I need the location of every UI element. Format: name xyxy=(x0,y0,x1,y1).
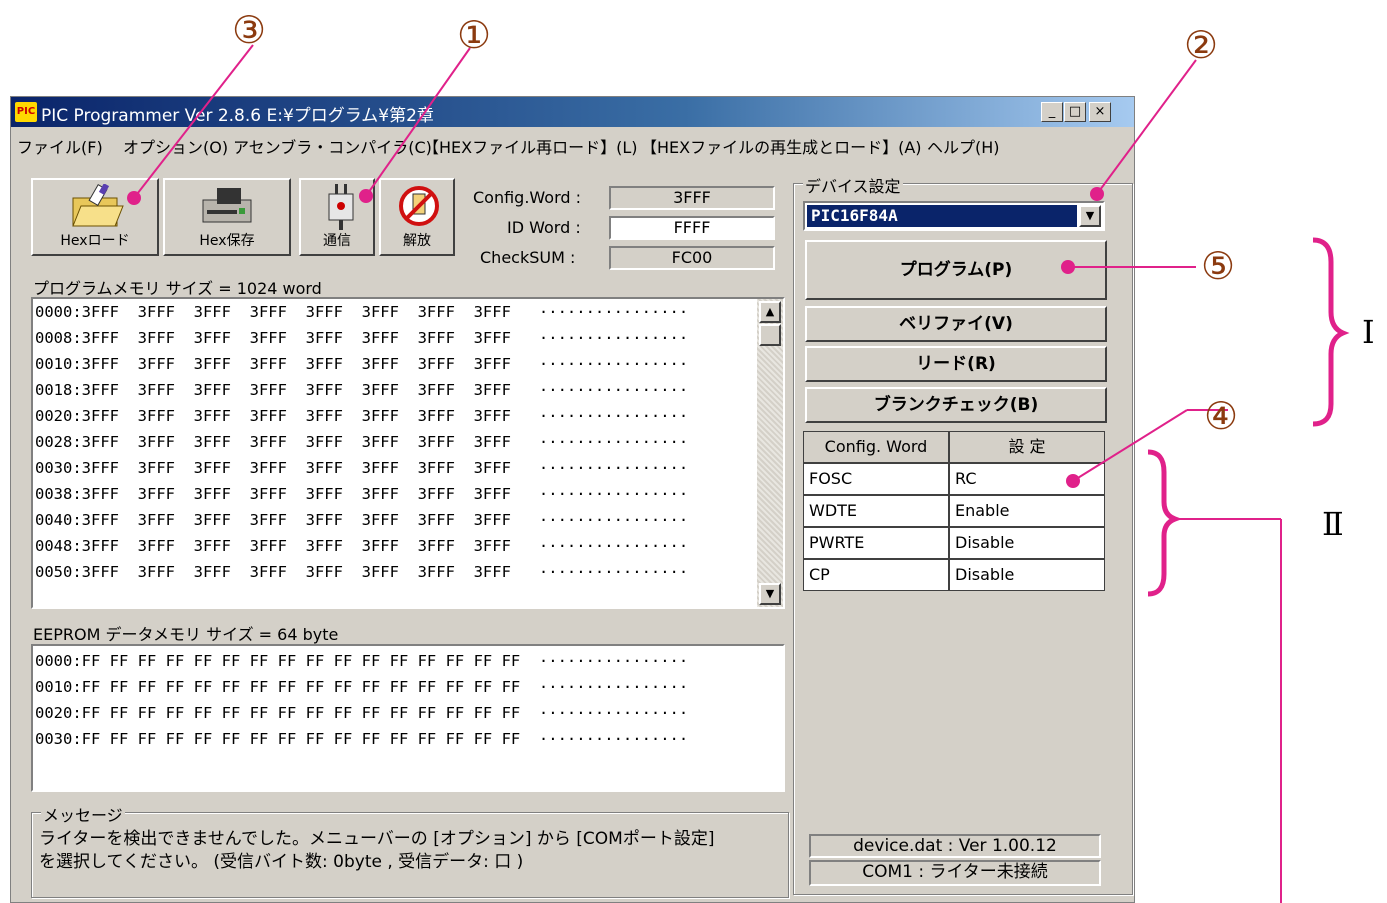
annotation-1: ① xyxy=(457,13,492,57)
annotation-roman-1: Ⅰ xyxy=(1362,313,1375,351)
annotation-3: ③ xyxy=(232,8,267,52)
annotation-2: ② xyxy=(1184,23,1219,67)
annotation-5: ⑤ xyxy=(1201,244,1236,288)
annotation-4: ④ xyxy=(1204,394,1239,438)
annotation-lines xyxy=(127,44,1350,903)
annotation-roman-2: Ⅱ xyxy=(1322,505,1344,543)
